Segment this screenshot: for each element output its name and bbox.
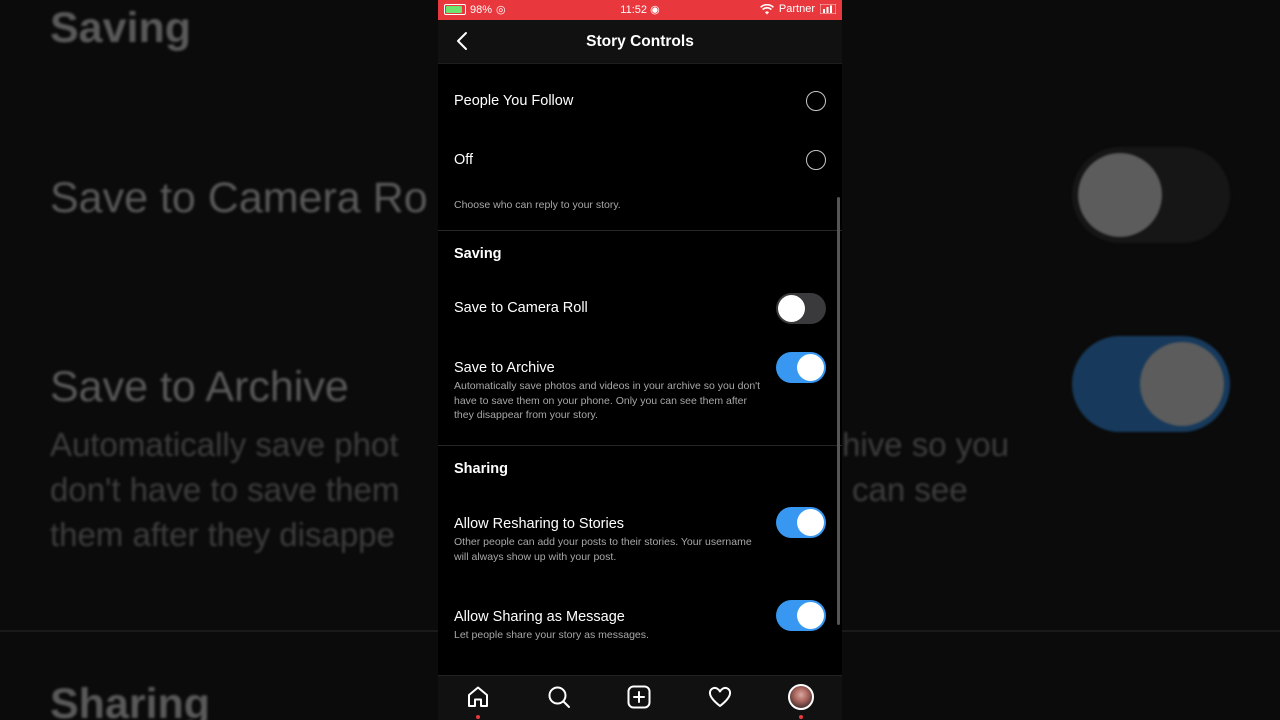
save-to-archive-description: Automatically save photos and videos in … [454, 380, 761, 421]
allow-resharing-label: Allow Resharing to Stories [454, 516, 625, 532]
tab-profile[interactable] [781, 684, 821, 719]
allow-resharing-toggle[interactable] [776, 507, 826, 538]
add-post-icon [627, 685, 651, 709]
allow-sharing-message-label: Allow Sharing as Message [454, 609, 625, 625]
tab-new-post[interactable] [619, 684, 659, 714]
allow-sharing-message-toggle[interactable] [776, 600, 826, 631]
page-title: Story Controls [586, 33, 694, 50]
status-time: 11:52 [620, 4, 648, 16]
scrollbar[interactable] [837, 197, 840, 625]
radio-button[interactable] [806, 150, 826, 170]
status-right: Partner [759, 3, 836, 15]
reply-option-label: People You Follow [454, 93, 574, 109]
bg-camera-roll-label: Save to Camera Ro [50, 174, 428, 222]
allow-resharing-description: Other people can add your posts to their… [454, 536, 752, 563]
save-to-camera-roll-toggle[interactable] [776, 293, 826, 324]
bg-saving-title: Saving [50, 4, 191, 52]
bottom-tab-bar [438, 675, 842, 720]
recording-icon: ◉ [650, 4, 660, 16]
allow-sharing-message-row: Allow Sharing as Message Let people shar… [454, 600, 826, 645]
bg-archive-desc-right-1: hive so you [842, 426, 1009, 463]
tab-home[interactable] [458, 684, 498, 719]
tab-activity[interactable] [700, 684, 740, 714]
tab-search[interactable] [539, 684, 579, 714]
bg-archive-desc-1: Automatically save phot [50, 426, 399, 463]
reply-option-people-you-follow[interactable]: People You Follow [454, 91, 826, 112]
save-to-archive-toggle[interactable] [776, 352, 826, 383]
toggle-knob [797, 602, 824, 629]
phone-screen: 98% ◎ 11:52 ◉ Partner Story Controls Peo… [438, 0, 842, 720]
bg-camera-roll-knob [1078, 153, 1162, 237]
save-to-camera-roll-row: Save to Camera Roll [454, 293, 826, 324]
allow-resharing-row: Allow Resharing to Stories Other people … [454, 507, 826, 567]
bg-archive-desc-right-2: can see [852, 471, 968, 508]
settings-content: People You Follow Off Choose who can rep… [438, 64, 842, 675]
signal-icon [820, 4, 836, 14]
saving-section-title: Saving [454, 246, 502, 262]
bg-archive-label: Save to Archive [50, 363, 349, 411]
bg-sharing-title: Sharing [50, 680, 211, 720]
carrier-name: Partner [778, 3, 815, 15]
radio-button[interactable] [806, 91, 826, 111]
status-bar: 98% ◎ 11:52 ◉ Partner [438, 0, 842, 20]
nav-header: Story Controls [438, 20, 842, 64]
home-icon [468, 686, 488, 707]
bg-archive-knob [1140, 342, 1224, 426]
search-icon [548, 686, 570, 708]
reply-option-off[interactable]: Off [454, 150, 826, 171]
heart-icon [708, 686, 732, 707]
notification-dot [476, 715, 480, 719]
save-to-archive-label: Save to Archive [454, 360, 555, 376]
toggle-knob [797, 354, 824, 381]
reply-description: Choose who can reply to your story. [454, 199, 621, 211]
toggle-knob [778, 295, 805, 322]
wifi-icon [759, 3, 774, 14]
profile-avatar [788, 684, 814, 710]
bg-archive-desc-3: them after they disappe [50, 516, 395, 553]
sharing-section-title: Sharing [454, 461, 508, 477]
save-to-archive-row: Save to Archive Automatically save photo… [454, 352, 826, 422]
bg-archive-desc-2: don't have to save them [50, 471, 400, 508]
section-divider [438, 230, 842, 231]
allow-sharing-message-description: Let people share your story as messages. [454, 629, 649, 641]
save-to-camera-roll-label: Save to Camera Roll [454, 300, 588, 316]
notification-dot [799, 715, 803, 719]
toggle-knob [797, 509, 824, 536]
reply-option-label: Off [454, 152, 474, 168]
section-divider [438, 445, 842, 446]
